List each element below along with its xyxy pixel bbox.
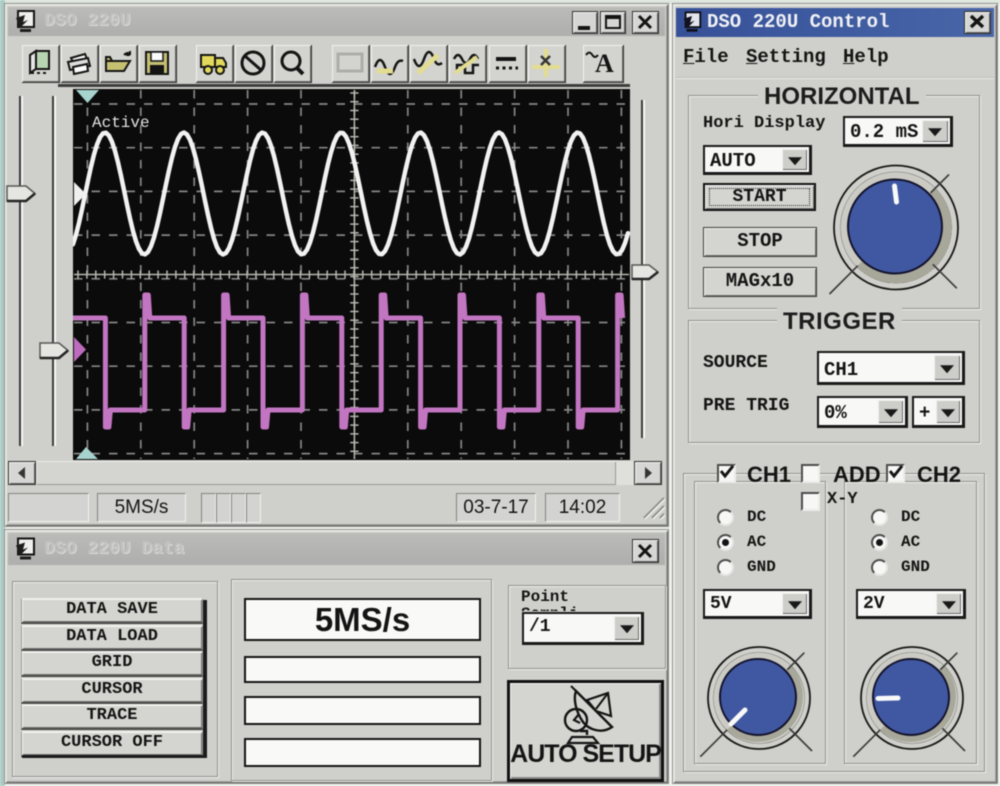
svg-text:Active: Active	[92, 114, 150, 132]
svg-text:A: A	[595, 49, 614, 78]
